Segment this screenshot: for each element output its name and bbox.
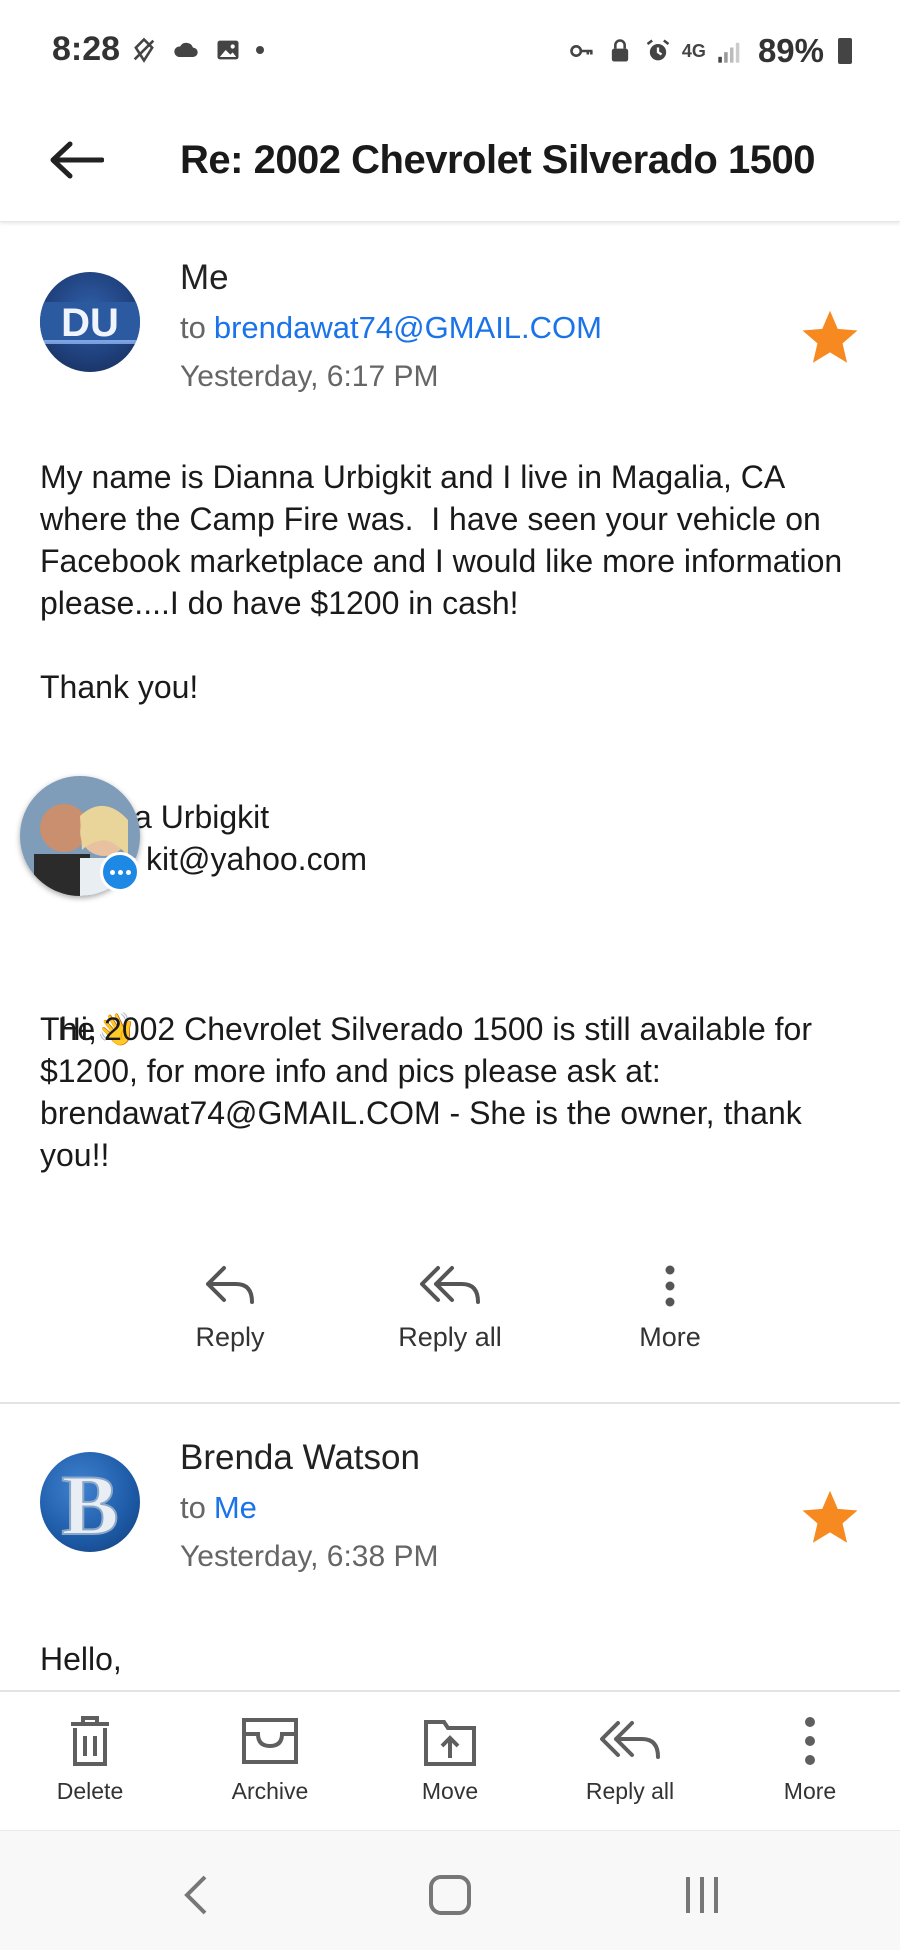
message-date: Yesterday, 6:38 PM [180,1540,439,1573]
signature-email: kit@yahoo.com [146,841,368,877]
star-icon[interactable] [798,306,862,370]
reply-icon [206,1266,254,1304]
more-label: More [639,1322,701,1352]
avatar[interactable]: DU [40,272,140,372]
move-label: Move [421,1778,479,1804]
more-button[interactable]: More [590,1262,750,1372]
app-bar: Re: 2002 Chevrolet Silverado 1500 [0,100,900,222]
delete-button[interactable]: Delete [10,1714,170,1805]
more-vert-icon [665,1265,675,1307]
reply-all-icon [420,1266,480,1304]
avatar-b-image: B [60,1456,119,1552]
recipient-address[interactable]: brendawat74@GMAIL.COM [214,310,602,345]
notification-icons [130,36,264,64]
bottom-toolbar: Delete Archive Move Reply all More [0,1690,900,1830]
more-toolbar-button[interactable]: More [730,1714,890,1805]
more-vert-icon [805,1717,815,1765]
archive-label: Archive [231,1778,309,1804]
sender-name[interactable]: Brenda Watson [180,1438,420,1478]
system-nav-bar [0,1830,900,1950]
archive-icon [242,1718,298,1764]
nav-recents-button[interactable] [672,1871,732,1919]
cloud-icon [174,42,198,57]
system-icons: 4G 89% [568,32,852,70]
star-icon[interactable] [798,1486,862,1550]
recipient-line[interactable]: to brendawat74@GMAIL.COM [180,310,602,346]
back-button[interactable] [44,128,108,192]
arrow-back-icon [50,141,104,179]
email-subject: Re: 2002 Chevrolet Silverado 1500 [180,138,815,182]
signal-icon [718,42,740,63]
message-header[interactable]: DU Me to brendawat74@GMAIL.COM Yesterday,… [0,250,900,393]
avatar-initials: DU [61,301,119,345]
reply-button[interactable]: Reply [150,1262,310,1372]
status-time: 8:28 [52,30,121,68]
reply-all-toolbar-button[interactable]: Reply all [550,1714,710,1805]
nav-back-button[interactable] [166,1871,226,1919]
message-actions: Reply Reply all More [0,1262,900,1372]
status-bar: 8:28 4G 89% [0,0,900,100]
more-toolbar-label: More [783,1778,837,1804]
message-body: My name is Dianna Urbigkit and I live in… [40,459,843,705]
message-body: Hello, [40,1641,122,1677]
reply-all-label: Reply all [398,1322,502,1352]
lock-icon [611,39,629,62]
message-divider [0,1402,900,1404]
vpn-key-icon [570,45,593,57]
image-icon [217,40,239,60]
battery-percent: 89% [757,32,824,69]
message-header[interactable]: B Brenda Watson to Me Yesterday, 6:38 PM [0,1430,900,1573]
battery-icon [838,38,852,64]
reply-all-icon [600,1721,660,1759]
move-icon [424,1720,476,1766]
nav-home-icon [429,1875,471,1915]
avatar[interactable]: B [40,1452,140,1552]
sender-name[interactable]: Me [180,258,229,298]
nav-back-icon [184,1875,207,1915]
signature-name: a Urbigkit [134,799,270,835]
delete-label: Delete [56,1778,124,1804]
nav-home-button[interactable] [420,1871,480,1919]
more-notifications-dot [256,46,264,54]
avatar-du-image: DU [40,301,140,345]
reply-all-button[interactable]: Reply all [370,1262,530,1372]
messenger-badge-icon [100,852,140,892]
message-date: Yesterday, 6:17 PM [180,360,439,393]
recipient-line[interactable]: to Me [180,1490,257,1526]
alarm-icon [646,39,670,61]
location-off-icon [133,37,155,63]
delete-icon [71,1716,109,1766]
network-type: 4G [681,40,706,61]
nav-recents-icon [686,1877,718,1913]
recipient-address[interactable]: Me [214,1490,257,1525]
archive-button[interactable]: Archive [190,1714,350,1805]
move-button[interactable]: Move [370,1714,530,1805]
to-label: to [180,1490,206,1525]
reply-body: The 2002 Chevrolet Silverado 1500 is sti… [40,1011,821,1173]
to-label: to [180,310,206,345]
reply-label: Reply [195,1322,265,1352]
reply-all-toolbar-label: Reply all [585,1778,675,1804]
avatar-initial: B [61,1457,118,1552]
